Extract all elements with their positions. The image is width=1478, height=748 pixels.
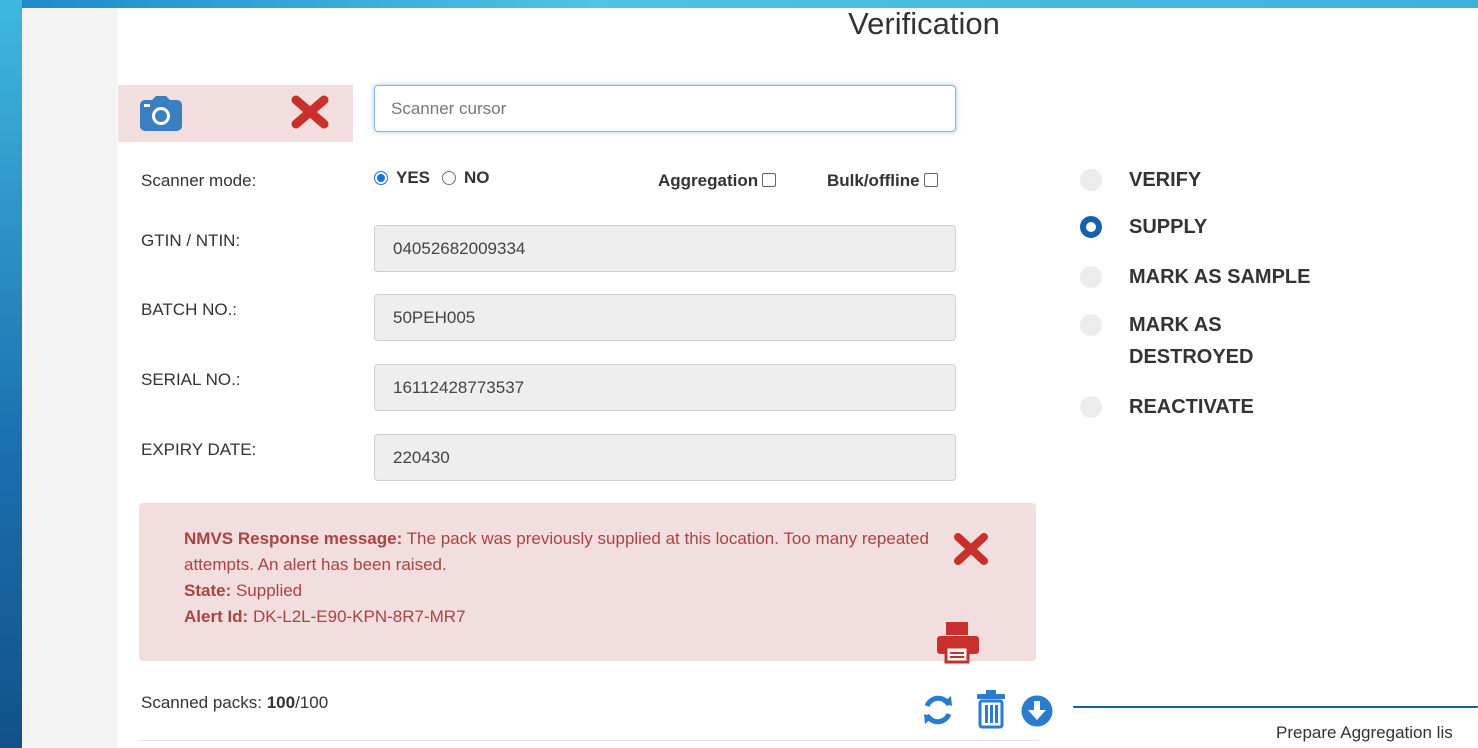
refresh-icon[interactable] [921, 693, 955, 732]
trash-icon[interactable] [976, 689, 1006, 734]
scanner-cursor-input[interactable] [374, 85, 956, 132]
action-mark-as-destroyed-radio[interactable] [1080, 314, 1102, 336]
scanner-mode-yes-radio[interactable] [374, 171, 388, 185]
camera-icon[interactable] [138, 96, 184, 137]
expiry-label: EXPIRY DATE: [141, 440, 257, 459]
action-mark-as-sample-radio[interactable] [1080, 266, 1102, 288]
nmvs-response-content: NMVS Response message: The pack was prev… [184, 526, 929, 630]
scanner-mode-no-label: NO [464, 168, 490, 187]
serial-label: SERIAL NO.: [141, 370, 241, 389]
response-alert-id-label: Alert Id: [184, 607, 249, 626]
action-verify-radio[interactable] [1080, 169, 1102, 191]
bulk-offline-label: Bulk/offline [827, 171, 920, 190]
left-gutter [22, 8, 117, 748]
window-frame-left [0, 0, 22, 748]
serial-field[interactable]: 16112428773537 [374, 364, 956, 411]
action-supply-label: SUPPLY [1129, 216, 1208, 238]
dismiss-alert-close-icon[interactable] [953, 532, 989, 571]
prepare-aggregation-list-link[interactable]: Prepare Aggregation lis [1276, 723, 1453, 743]
gtin-field[interactable]: 04052682009334 [374, 225, 956, 272]
print-icon[interactable] [935, 620, 981, 669]
action-mark-as-destroyed[interactable]: MARK AS DESTROYED [1080, 314, 1279, 373]
scanner-mode-group: YES NO [374, 168, 490, 188]
action-reactivate[interactable]: REACTIVATE [1080, 396, 1254, 423]
scanned-packs-count: 100 [266, 693, 296, 712]
action-verify[interactable]: VERIFY [1080, 169, 1201, 196]
aggregation-checkbox[interactable] [762, 173, 777, 187]
action-supply-radio[interactable] [1080, 216, 1102, 238]
action-mark-as-sample-label: MARK AS SAMPLE [1129, 266, 1311, 288]
action-supply[interactable]: SUPPLY [1080, 216, 1207, 243]
action-mark-as-destroyed-label: MARK AS DESTROYED [1129, 314, 1254, 368]
scanner-mode-no-radio[interactable] [442, 171, 457, 185]
action-verify-label: VERIFY [1129, 169, 1202, 191]
response-message-label: NMVS Response message: [184, 529, 403, 548]
response-alert-id-value: DK-L2L-E90-KPN-8R7-MR7 [252, 607, 466, 626]
action-mark-as-sample[interactable]: MARK AS SAMPLE [1080, 266, 1310, 293]
scanner-mode-yes-label: YES [396, 168, 431, 187]
aggregation-option: Aggregation [658, 171, 777, 191]
scanned-packs-label: Scanned packs: [141, 693, 262, 712]
scanned-packs-total: /100 [295, 693, 329, 712]
bulk-offline-checkbox[interactable] [923, 173, 938, 187]
scanned-packs-counter: Scanned packs: 100/100 [141, 693, 328, 713]
batch-field[interactable]: 50PEH005 [374, 294, 956, 341]
response-state-line: State: Supplied [184, 578, 929, 604]
batch-label: BATCH NO.: [141, 300, 238, 319]
footer-divider [139, 740, 1039, 741]
action-reactivate-radio[interactable] [1080, 396, 1102, 418]
bulk-offline-option: Bulk/offline [827, 171, 938, 191]
response-message-line: NMVS Response message: The pack was prev… [184, 526, 929, 578]
clear-scanner-close-icon[interactable] [290, 94, 330, 135]
download-circle-icon[interactable] [1020, 694, 1054, 733]
expiry-field[interactable]: 220430 [374, 434, 956, 481]
response-alert-id-line: Alert Id: DK-L2L-E90-KPN-8R7-MR7 [184, 604, 929, 630]
response-state-label: State: [184, 581, 232, 600]
aggregation-label: Aggregation [658, 171, 759, 190]
scanner-mode-label: Scanner mode: [141, 171, 257, 190]
response-state-value: Supplied [235, 581, 303, 600]
action-reactivate-label: REACTIVATE [1129, 396, 1254, 418]
aggregation-panel-divider [1073, 706, 1478, 708]
page-title: Verification [848, 6, 1000, 41]
gtin-label: GTIN / NTIN: [141, 231, 241, 250]
